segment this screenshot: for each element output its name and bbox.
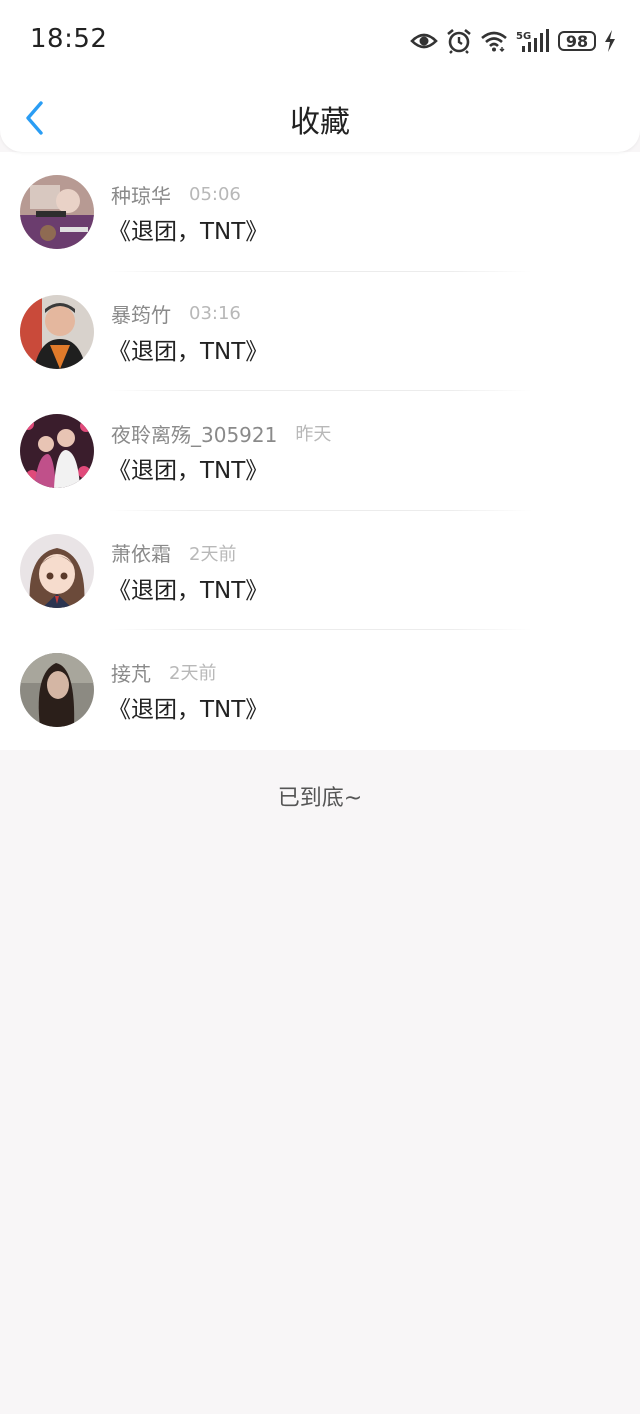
item-title: 《退团，TNT》	[108, 219, 269, 245]
status-bar: 18:52 5G 98	[0, 0, 640, 80]
avatar	[20, 414, 94, 489]
item-title: 《退团，TNT》	[108, 338, 269, 365]
battery-icon: 98	[558, 31, 596, 51]
list-item[interactable]: 萧依霜 2天前 《退团，TNT》	[0, 511, 640, 631]
timestamp: 03:16	[189, 303, 241, 325]
top-bar: 18:52 5G 98 收藏	[0, 0, 640, 152]
user-name: 种琼华	[111, 183, 171, 208]
alarm-icon	[446, 28, 472, 54]
eye-icon	[410, 31, 438, 51]
avatar	[20, 294, 94, 369]
page-title: 收藏	[290, 105, 350, 140]
list-item[interactable]: 暴筠竹 03:16 《退团，TNT》	[0, 272, 640, 392]
timestamp: 2天前	[189, 543, 237, 565]
item-title: 《退团，TNT》	[108, 697, 269, 724]
network-label: 5G	[516, 31, 531, 42]
timestamp: 05:06	[189, 183, 241, 205]
status-time: 18:52	[30, 24, 108, 54]
avatar	[20, 533, 94, 608]
user-name: 夜聆离殇_305921	[111, 422, 278, 447]
status-icons: 5G 98	[410, 26, 616, 56]
list-item[interactable]: 接芃 2天前 《退团，TNT》	[0, 630, 640, 750]
user-name: 暴筠竹	[111, 303, 171, 328]
timestamp: 2天前	[169, 663, 217, 685]
avatar	[20, 175, 94, 249]
timestamp: 昨天	[295, 424, 332, 446]
item-title: 《退团，TNT》	[108, 458, 269, 485]
user-name: 萧依霜	[111, 542, 171, 567]
item-title: 《退团，TNT》	[108, 577, 269, 604]
title-bar: 收藏	[0, 84, 640, 152]
favorites-list: 种琼华 05:06 《退团，TNT》 暴筠竹 03:16 《退团，TNT》 夜聆…	[0, 152, 640, 750]
5g-signal-icon: 5G	[516, 29, 550, 53]
end-of-list-text: 已到底~	[277, 786, 363, 811]
user-name: 接芃	[111, 661, 151, 686]
avatar	[20, 653, 94, 728]
wifi-icon	[480, 30, 508, 52]
charging-icon	[604, 30, 616, 52]
list-item[interactable]: 夜聆离殇_305921 昨天 《退团，TNT》	[0, 391, 640, 511]
list-item[interactable]: 种琼华 05:06 《退团，TNT》	[0, 152, 640, 272]
